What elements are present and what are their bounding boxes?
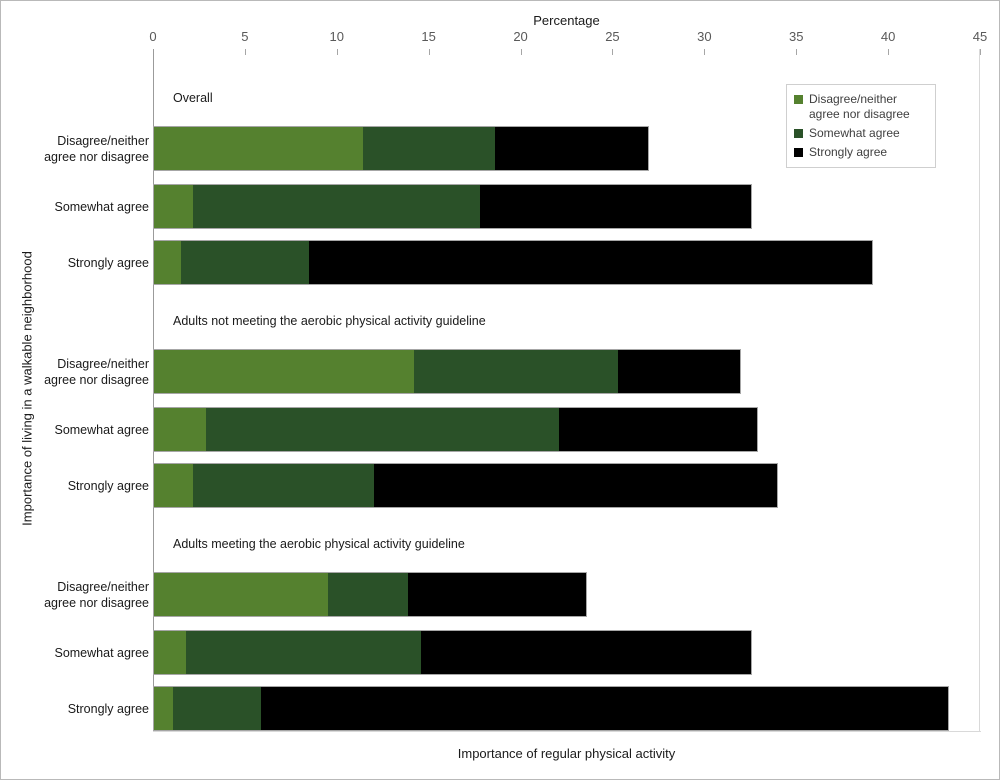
bar-segment[interactable] — [362, 126, 495, 171]
stacked-bar[interactable] — [1, 407, 1000, 452]
bar-segment[interactable] — [559, 407, 758, 452]
legend-swatch-icon — [794, 129, 803, 138]
legend-item[interactable]: Strongly agree — [794, 145, 927, 160]
bar-segment[interactable] — [186, 630, 422, 675]
y-category-label: Somewhat agree — [54, 645, 149, 660]
legend-label: Somewhat agree — [809, 126, 900, 140]
x-tick-label: 30 — [697, 29, 712, 44]
y-category-label: Strongly agree — [67, 478, 149, 493]
y-category-label: Somewhat agree — [54, 422, 149, 437]
x-tick-label: 0 — [149, 29, 157, 44]
bar-segment[interactable] — [153, 184, 194, 229]
bar-segment[interactable] — [173, 686, 262, 731]
y-category-label: Strongly agree — [67, 701, 149, 716]
y-category-label: Disagree/neither agree nor disagree — [44, 133, 149, 164]
x-tick-label: 20 — [513, 29, 528, 44]
panel-title: Adults meeting the aerobic physical acti… — [173, 537, 465, 551]
plot-bottom-border — [153, 731, 981, 732]
x-tick-label: 25 — [605, 29, 620, 44]
bar-segment[interactable] — [153, 349, 414, 394]
legend[interactable]: Disagree/neither agree nor disagree Somew… — [786, 84, 936, 168]
panel-title: Adults not meeting the aerobic physical … — [173, 314, 486, 328]
bar-segment[interactable] — [153, 572, 328, 617]
bar-segment[interactable] — [494, 126, 650, 171]
bar-segment[interactable] — [193, 463, 374, 508]
bar-segment[interactable] — [153, 240, 181, 285]
bar-segment[interactable] — [153, 630, 187, 675]
stacked-bar[interactable] — [1, 572, 1000, 617]
x-axis-title-bottom: Importance of regular physical activity — [457, 746, 676, 761]
legend-swatch-icon — [794, 148, 803, 157]
bar-segment[interactable] — [261, 686, 949, 731]
y-category-label: Strongly agree — [67, 255, 149, 270]
x-axis-title-top: Percentage — [533, 13, 600, 28]
x-tick-label: 15 — [421, 29, 436, 44]
bar-segment[interactable] — [413, 349, 618, 394]
bar-segment[interactable] — [480, 184, 753, 229]
bar-segment[interactable] — [153, 126, 363, 171]
legend-item[interactable]: Disagree/neither agree nor disagree — [794, 92, 927, 122]
y-category-label: Disagree/neither agree nor disagree — [44, 356, 149, 387]
stacked-bar[interactable] — [1, 184, 1000, 229]
x-tick-label: 45 — [972, 29, 988, 44]
bar-segment[interactable] — [617, 349, 742, 394]
chart-container: Percentage Importance of living in a wal… — [0, 0, 1000, 780]
legend-label: Disagree/neither agree nor disagree — [809, 92, 910, 121]
stacked-bar[interactable] — [1, 349, 1000, 394]
x-tick-label: 10 — [329, 29, 344, 44]
legend-item[interactable]: Somewhat agree — [794, 126, 927, 141]
x-tick-label: 35 — [788, 29, 804, 44]
stacked-bar[interactable] — [1, 240, 1000, 285]
bar-segment[interactable] — [206, 407, 560, 452]
legend-label: Strongly agree — [809, 145, 888, 159]
bar-segment[interactable] — [421, 630, 753, 675]
stacked-bar[interactable] — [1, 630, 1000, 675]
stacked-bar[interactable] — [1, 686, 1000, 731]
stacked-bar[interactable] — [1, 463, 1000, 508]
bar-segment[interactable] — [373, 463, 778, 508]
bar-segment[interactable] — [153, 686, 174, 731]
x-tick-label: 5 — [241, 29, 249, 44]
panel-title: Overall — [173, 91, 213, 105]
bar-segment[interactable] — [408, 572, 587, 617]
bar-segment[interactable] — [153, 407, 207, 452]
bar-segment[interactable] — [180, 240, 310, 285]
legend-swatch-icon — [794, 95, 803, 104]
y-category-label: Disagree/neither agree nor disagree — [44, 579, 149, 610]
bar-segment[interactable] — [193, 184, 481, 229]
x-tick — [980, 49, 981, 55]
bar-segment[interactable] — [309, 240, 874, 285]
x-tick-label: 40 — [880, 29, 896, 44]
bar-segment[interactable] — [327, 572, 409, 617]
bar-segment[interactable] — [153, 463, 194, 508]
y-category-label: Somewhat agree — [54, 199, 149, 214]
